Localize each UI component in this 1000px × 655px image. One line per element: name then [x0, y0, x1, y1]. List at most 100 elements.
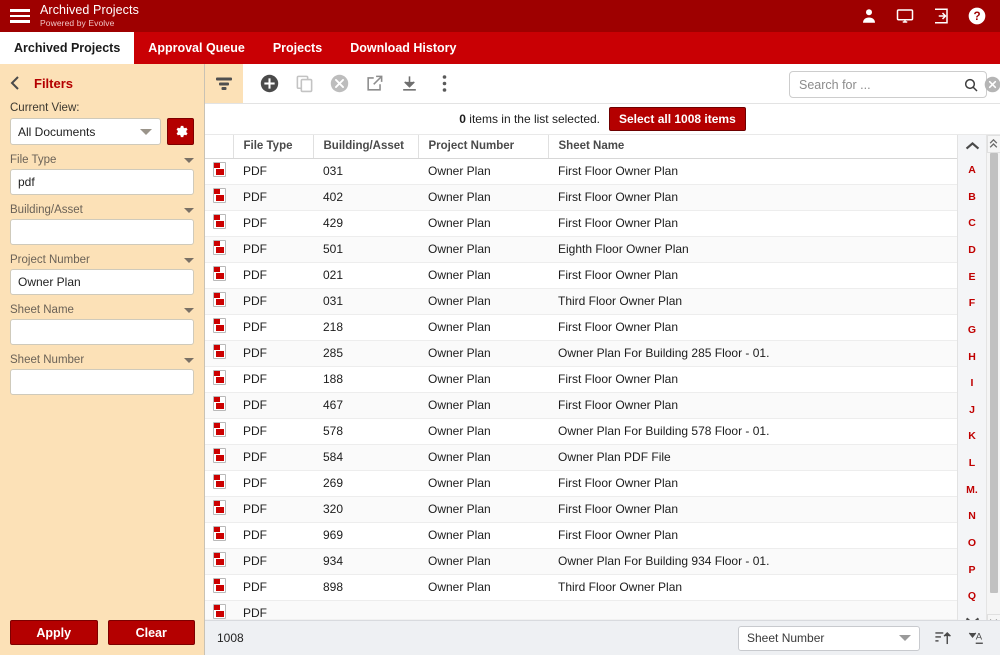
row-file-type: PDF	[233, 262, 313, 289]
alpha-index-item[interactable]: D	[968, 245, 976, 256]
filter-group-building-asset: Building/Asset	[0, 204, 204, 245]
filter-group-file-type: File Type	[0, 154, 204, 195]
alpha-index-item[interactable]: K	[968, 431, 976, 442]
clear-button[interactable]: Clear	[107, 620, 195, 645]
alpha-index-item[interactable]: F	[969, 298, 975, 309]
settings-gear-button[interactable]	[167, 118, 194, 145]
table-row[interactable]: PDF 429 Owner Plan First Floor Owner Plan	[205, 210, 957, 237]
row-project-number: Owner Plan	[418, 262, 548, 289]
table-row[interactable]: PDF 285 Owner Plan Owner Plan For Building …	[205, 340, 957, 367]
table-row[interactable]: PDF 269 Owner Plan First Floor Owner Plan	[205, 470, 957, 497]
menu-icon[interactable]	[0, 0, 40, 32]
sidebar-actions: Apply Clear	[0, 620, 205, 645]
row-project-number: Owner Plan	[418, 444, 548, 471]
alpha-index-item[interactable]: J	[969, 405, 975, 416]
help-icon[interactable]: ?	[966, 5, 988, 27]
current-view-select[interactable]: All Documents	[10, 118, 161, 145]
table-row[interactable]: PDF 188 Owner Plan First Floor Owner Plan	[205, 366, 957, 393]
open-external-icon[interactable]	[360, 70, 388, 98]
tab-approval-queue[interactable]: Approval Queue	[134, 32, 259, 64]
alpha-index-item[interactable]: P	[968, 565, 975, 576]
sort-field-select[interactable]: Sheet Number	[738, 625, 920, 651]
row-project-number: Owner Plan	[418, 392, 548, 419]
file-type-input[interactable]	[10, 169, 194, 195]
alpha-index-item[interactable]: Q	[968, 591, 976, 602]
column-header-project-number[interactable]: Project Number	[418, 135, 549, 159]
table-row[interactable]: PDF 578 Owner Plan Owner Plan For Building …	[205, 418, 957, 445]
copy-icon[interactable]	[290, 70, 318, 98]
table-row[interactable]: PDF 320 Owner Plan First Floor Owner Plan	[205, 496, 957, 523]
search-box[interactable]	[789, 71, 1000, 98]
alpha-index-item[interactable]: B	[968, 192, 976, 203]
project-number-input[interactable]	[10, 269, 194, 295]
pdf-file-icon	[212, 552, 226, 567]
row-file-icon-cell	[205, 184, 233, 211]
column-header-file-type[interactable]: File Type	[233, 135, 314, 159]
table-row[interactable]: PDF 021 Owner Plan First Floor Owner Plan	[205, 262, 957, 289]
table-row[interactable]: PDF 934 Owner Plan Owner Plan For Building …	[205, 548, 957, 575]
chevron-down-icon[interactable]	[184, 307, 194, 313]
alpha-index-item[interactable]: I	[971, 378, 974, 389]
alpha-index-item[interactable]: M.	[966, 485, 978, 496]
chevron-down-icon[interactable]	[184, 257, 194, 263]
alpha-index-item[interactable]: L	[969, 458, 975, 469]
alphabet-list: A B C D E F G H I J K L M. N O P Q	[958, 157, 986, 610]
chevron-down-icon[interactable]	[184, 157, 194, 163]
alpha-index-item[interactable]: H	[968, 352, 976, 363]
apply-button[interactable]: Apply	[10, 620, 98, 645]
row-file-icon-cell	[205, 366, 233, 393]
user-icon[interactable]	[858, 5, 880, 27]
logout-icon[interactable]	[930, 5, 952, 27]
table-row[interactable]: PDF 969 Owner Plan First Floor Owner Plan	[205, 522, 957, 549]
chevron-down-icon[interactable]	[184, 207, 194, 213]
column-header-building-asset[interactable]: Building/Asset	[313, 135, 419, 159]
tab-download-history[interactable]: Download History	[336, 32, 470, 64]
collapse-sidebar-icon[interactable]	[8, 74, 24, 92]
download-icon[interactable]	[395, 70, 423, 98]
vertical-scrollbar[interactable]	[986, 135, 1000, 632]
tab-archived-projects[interactable]: Archived Projects	[0, 32, 135, 64]
row-project-number: Owner Plan	[418, 418, 548, 445]
alpha-scroll-up-icon[interactable]	[958, 135, 986, 157]
alpha-index-item[interactable]: O	[968, 538, 976, 549]
add-icon[interactable]	[255, 70, 283, 98]
scrollbar-thumb[interactable]	[989, 153, 998, 593]
table-row[interactable]: PDF 031 Owner Plan Third Floor Owner Plan	[205, 288, 957, 315]
table-row[interactable]: PDF 031 Owner Plan First Floor Owner Plan	[205, 158, 957, 185]
alpha-index-item[interactable]: C	[968, 218, 976, 229]
alpha-index-item[interactable]: G	[968, 325, 976, 336]
alpha-index-item[interactable]: E	[968, 272, 975, 283]
row-project-number: Owner Plan	[418, 236, 548, 263]
sheet-name-input[interactable]	[10, 319, 194, 345]
sheet-number-input[interactable]	[10, 369, 194, 395]
search-icon[interactable]	[960, 77, 982, 93]
row-file-icon-cell	[205, 392, 233, 419]
table-row[interactable]: PDF 501 Owner Plan Eighth Floor Owner Plan	[205, 236, 957, 263]
building-asset-input[interactable]	[10, 219, 194, 245]
column-header-sheet-name[interactable]: Sheet Name	[548, 135, 957, 159]
alpha-index-item[interactable]: A	[968, 165, 976, 176]
row-file-type: PDF	[233, 496, 313, 523]
chevron-down-icon[interactable]	[184, 357, 194, 363]
table-row[interactable]: PDF 898 Owner Plan Third Floor Owner Plan	[205, 574, 957, 601]
filter-icon[interactable]	[205, 64, 243, 103]
more-options-icon[interactable]	[430, 70, 458, 98]
delete-icon[interactable]	[325, 70, 353, 98]
row-file-icon-cell	[205, 418, 233, 445]
sort-ascending-icon[interactable]	[930, 626, 954, 650]
sort-alpha-icon[interactable]: A	[964, 626, 988, 650]
status-bar-right: Sheet Number A	[738, 625, 988, 651]
scrollbar-track[interactable]	[986, 153, 1000, 614]
table-row[interactable]: PDF 584 Owner Plan Owner Plan PDF File	[205, 444, 957, 471]
search-input[interactable]	[799, 77, 960, 92]
select-all-button[interactable]: Select all 1008 items	[609, 107, 746, 131]
tab-projects[interactable]: Projects	[259, 32, 336, 64]
row-file-type: PDF	[233, 470, 313, 497]
table-row[interactable]: PDF 467 Owner Plan First Floor Owner Plan	[205, 392, 957, 419]
monitor-icon[interactable]	[894, 5, 916, 27]
table-row[interactable]: PDF 218 Owner Plan First Floor Owner Plan	[205, 314, 957, 341]
scroll-up-button[interactable]	[986, 135, 1000, 153]
table-row[interactable]: PDF 402 Owner Plan First Floor Owner Plan	[205, 184, 957, 211]
alpha-index-item[interactable]: N	[968, 511, 976, 522]
clear-search-icon[interactable]	[982, 76, 1000, 93]
